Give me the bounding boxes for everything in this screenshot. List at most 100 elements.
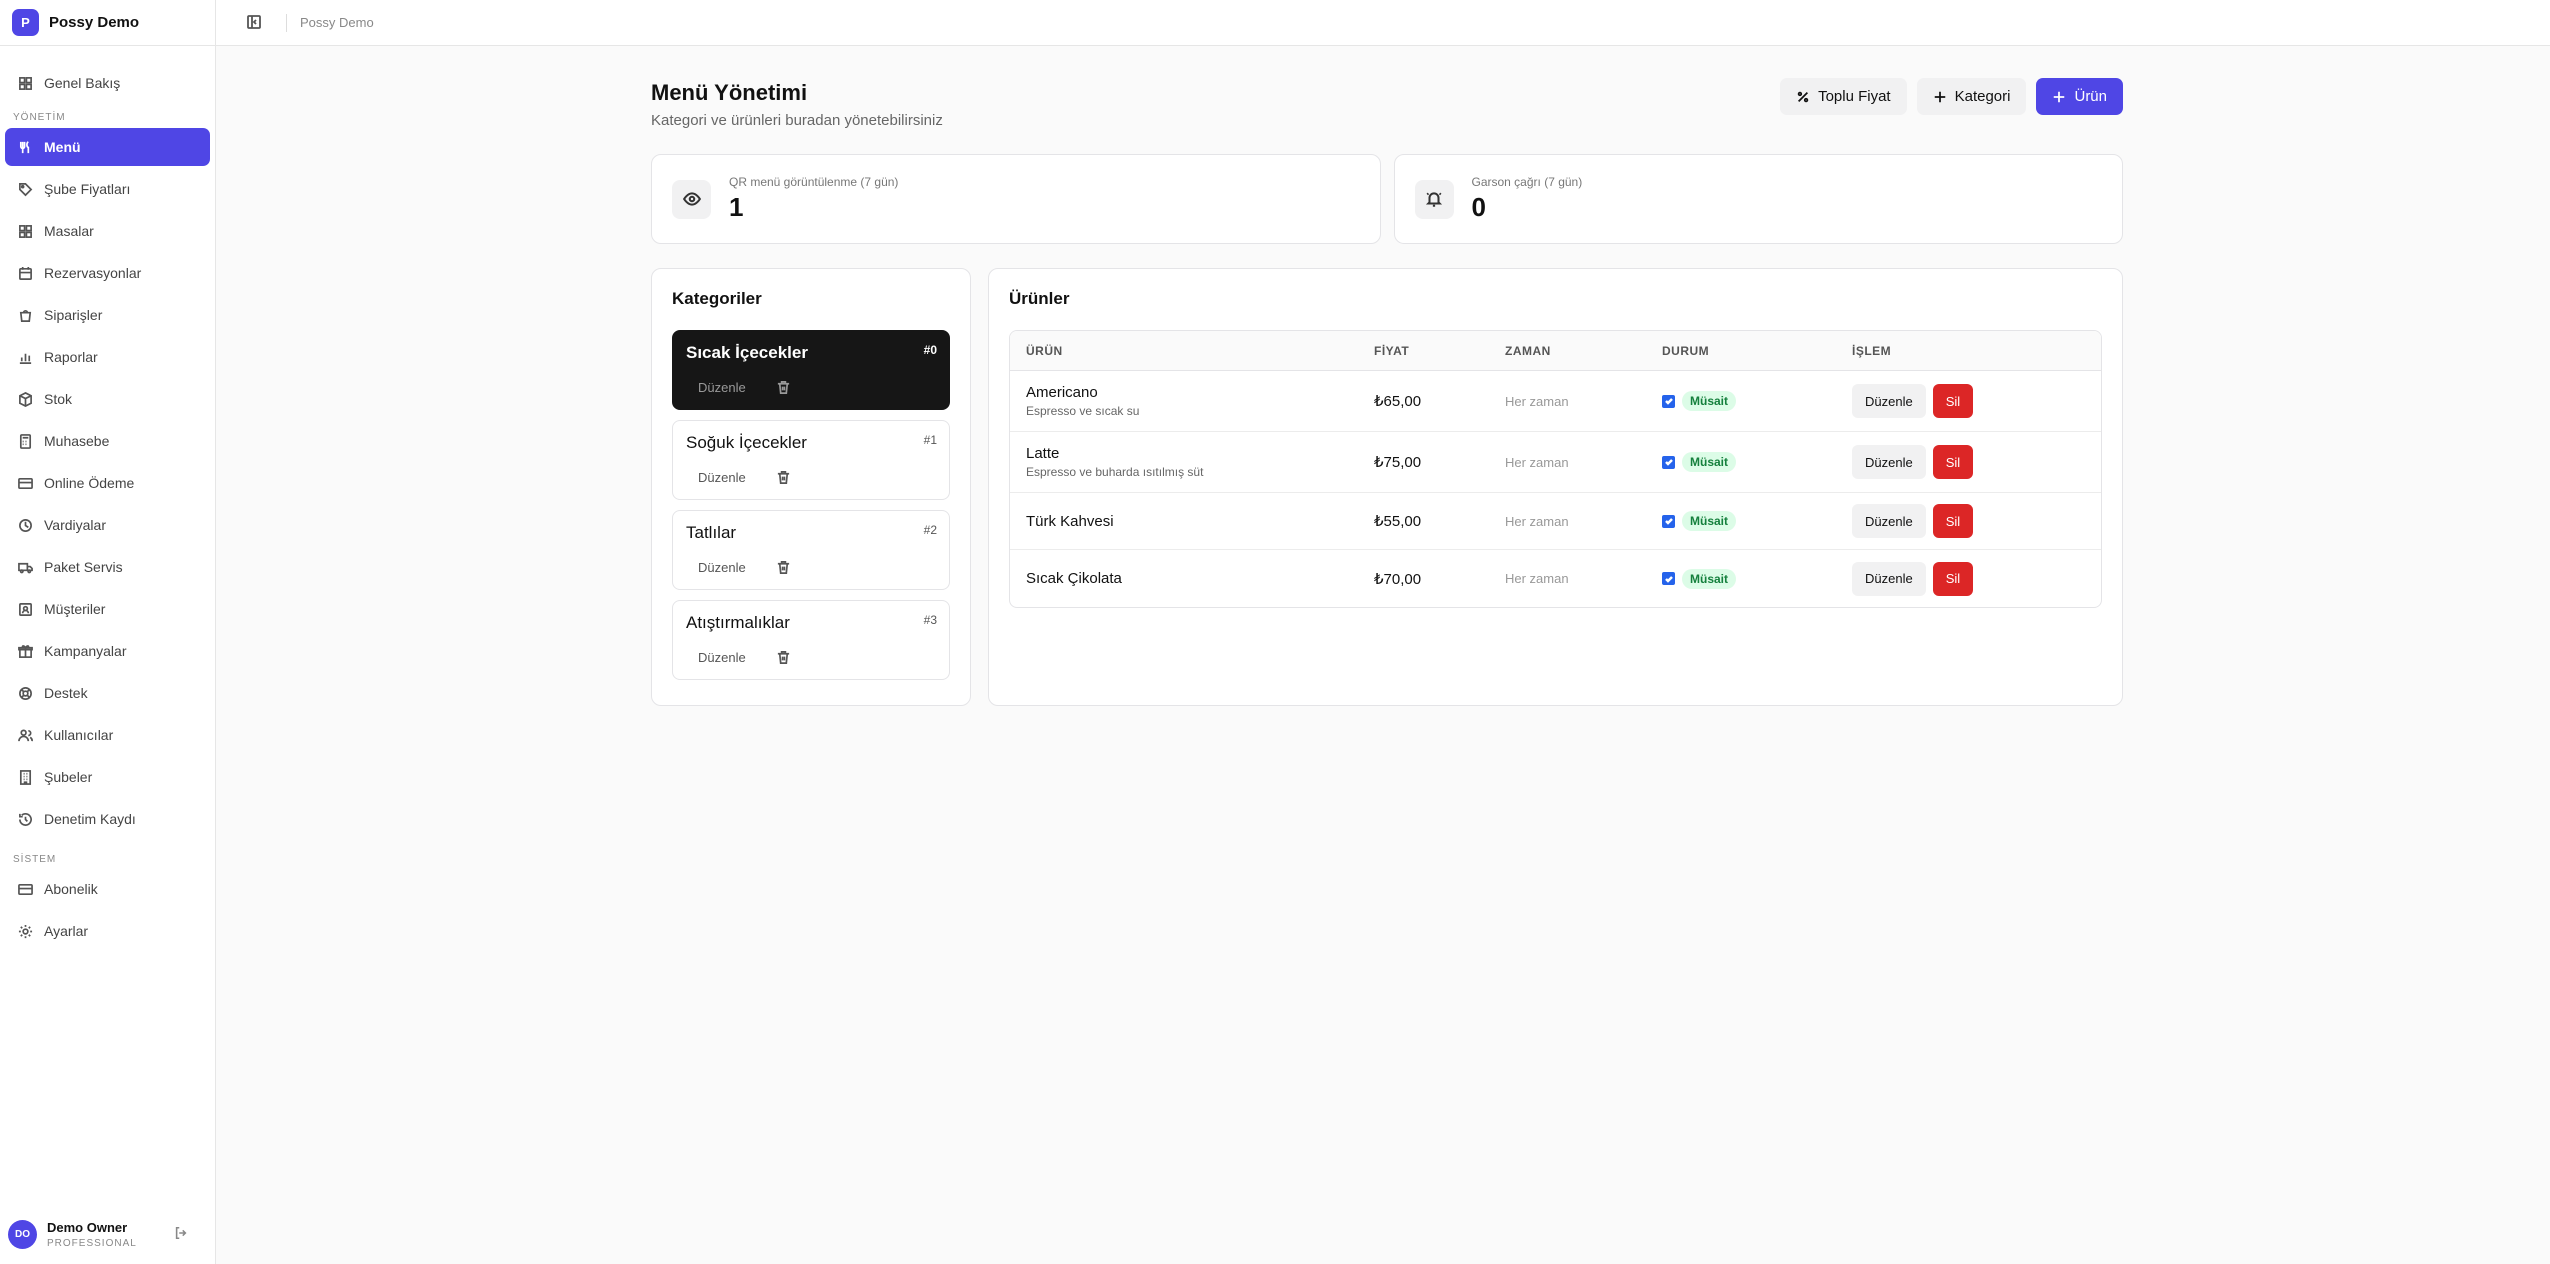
trash-icon[interactable] — [774, 558, 792, 576]
category-name: Tatlılar — [686, 523, 737, 542]
category-edit-button[interactable]: Düzenle — [686, 375, 758, 399]
stat-card-qr-views: QR menü görüntülenme (7 gün) 1 — [651, 154, 1381, 244]
category-card[interactable]: Soğuk İçecekler #1 Düzenle — [672, 420, 950, 500]
add-product-button[interactable]: Ürün — [2036, 78, 2123, 115]
delete-product-button[interactable]: Sil — [1932, 561, 1974, 596]
category-edit-button[interactable]: Düzenle — [686, 465, 758, 489]
category-name: Sıcak İçecekler — [686, 343, 808, 362]
sidebar-item-sube-fiyatlari[interactable]: Şube Fiyatları — [5, 170, 210, 208]
sidebar-item-label: Stok — [44, 391, 73, 407]
sidebar-item-label: Ayarlar — [44, 923, 89, 939]
product-time: Her zaman — [1505, 454, 1569, 470]
product-price: ₺75,00 — [1374, 454, 1422, 471]
plus-icon — [1934, 91, 1945, 102]
category-index: #0 — [923, 343, 937, 357]
table-row: Sıcak Çikolata ₺70,00 Her zaman Müsait D… — [1010, 550, 2101, 607]
sidebar-item-muhasebe[interactable]: Muhasebe — [5, 422, 210, 460]
product-description: Espresso ve buharda ısıtılmış süt — [1026, 465, 1204, 479]
stat-card-waiter-calls: Garson çağrı (7 gün) 0 — [1393, 154, 2123, 244]
category-edit-button[interactable]: Düzenle — [686, 555, 758, 579]
availability-checkbox[interactable] — [1662, 394, 1675, 408]
bulk-price-button[interactable]: Toplu Fiyat — [1780, 78, 1907, 115]
user-profile[interactable]: DO Demo Owner PROFESSIONAL — [0, 1204, 216, 1264]
availability-checkbox[interactable] — [1662, 572, 1675, 585]
edit-product-button[interactable]: Düzenle — [1852, 561, 1926, 596]
sidebar-item-stok[interactable]: Stok — [5, 380, 210, 418]
sidebar-item-label: Şube Fiyatları — [44, 181, 131, 197]
sidebar-item-siparisler[interactable]: Siparişler — [5, 296, 210, 334]
delete-product-button[interactable]: Sil — [1932, 384, 1974, 418]
grid-icon — [17, 75, 33, 91]
sidebar-item-online-odeme[interactable]: Online Ödeme — [5, 464, 210, 502]
sidebar-item-musteriler[interactable]: Müşteriler — [5, 590, 210, 628]
sidebar-item-raporlar[interactable]: Raporlar — [5, 338, 210, 376]
availability-checkbox[interactable] — [1662, 455, 1675, 469]
sidebar-item-label: Online Ödeme — [44, 475, 135, 491]
sidebar-item-rezervasyonlar[interactable]: Rezervasyonlar — [5, 254, 210, 292]
stat-label: Garson çağrı (7 gün) — [1471, 175, 1583, 189]
sidebar-item-menu[interactable]: Menü — [5, 128, 210, 166]
sidebar-item-label: Masalar — [44, 223, 94, 239]
availability-checkbox[interactable] — [1662, 514, 1675, 528]
category-card[interactable]: Atıştırmalıklar #3 Düzenle — [672, 600, 950, 680]
product-name: Americano — [1026, 384, 1098, 401]
edit-product-button[interactable]: Düzenle — [1852, 445, 1926, 479]
column-header-product: ÜRÜN — [1026, 343, 1063, 358]
category-edit-button[interactable]: Düzenle — [686, 645, 758, 669]
sidebar-item-subeler[interactable]: Şubeler — [5, 758, 210, 796]
sidebar-item-kullanicilar[interactable]: Kullanıcılar — [5, 716, 210, 754]
grid-icon — [17, 223, 33, 239]
category-card[interactable]: Sıcak İçecekler #0 Düzenle — [672, 330, 950, 410]
delete-product-button[interactable]: Sil — [1932, 445, 1974, 479]
products-panel: Ürünler ÜRÜN FİYAT ZAMAN DURUM İŞLEM Ame… — [988, 268, 2123, 706]
tag-icon — [17, 181, 33, 197]
edit-product-button[interactable]: Düzenle — [1852, 384, 1926, 418]
user-plan: PROFESSIONAL — [47, 1237, 137, 1249]
categories-panel: Kategoriler Sıcak İçecekler #0 Düzenle S… — [651, 268, 971, 706]
sidebar-item-ayarlar[interactable]: Ayarlar — [5, 912, 210, 950]
sidebar-item-vardiyalar[interactable]: Vardiyalar — [5, 506, 210, 544]
add-category-button[interactable]: Kategori — [1916, 78, 2027, 115]
gift-icon — [17, 643, 33, 659]
breadcrumb[interactable]: Possy Demo — [300, 15, 374, 30]
category-card[interactable]: Tatlılar #2 Düzenle — [672, 510, 950, 590]
sidebar-item-abonelik[interactable]: Abonelik — [5, 870, 210, 908]
sidebar-toggle-icon[interactable] — [246, 14, 264, 32]
sidebar-nav: Genel Bakış YÖNETİM Menü Şube Fiyatları … — [0, 46, 215, 950]
table-row: Americano Espresso ve sıcak su ₺65,00 He… — [1010, 371, 2101, 432]
column-header-time: ZAMAN — [1505, 343, 1551, 358]
status-badge: Müsait — [1682, 511, 1737, 531]
bar-chart-icon — [17, 349, 33, 365]
delete-product-button[interactable]: Sil — [1932, 504, 1974, 538]
calendar-icon — [17, 265, 33, 281]
sidebar-item-denetim-kaydi[interactable]: Denetim Kaydı — [5, 800, 210, 838]
brand-name: Possy Demo — [49, 14, 140, 31]
brand[interactable]: P Possy Demo — [0, 0, 215, 46]
sidebar-item-label: Genel Bakış — [44, 75, 121, 91]
topbar: Possy Demo — [216, 0, 2550, 46]
table-header: ÜRÜN FİYAT ZAMAN DURUM İŞLEM — [1010, 331, 2101, 371]
trash-icon[interactable] — [774, 468, 792, 486]
status-badge: Müsait — [1682, 452, 1737, 472]
product-price: ₺65,00 — [1374, 393, 1422, 410]
stats-row: QR menü görüntülenme (7 gün) 1 Garson ça… — [651, 154, 2123, 244]
trash-icon[interactable] — [774, 648, 792, 666]
topbar-divider — [286, 13, 287, 32]
table-row: Latte Espresso ve buharda ısıtılmış süt … — [1010, 432, 2101, 493]
sidebar-item-label: Siparişler — [44, 307, 103, 323]
sidebar-item-paket-servis[interactable]: Paket Servis — [5, 548, 210, 586]
product-name: Türk Kahvesi — [1026, 512, 1114, 530]
sidebar-item-genel-bakis[interactable]: Genel Bakış — [5, 64, 210, 102]
categories-title: Kategoriler — [672, 289, 762, 308]
truck-icon — [17, 559, 33, 575]
add-product-label: Ürün — [2074, 88, 2107, 105]
sidebar-item-masalar[interactable]: Masalar — [5, 212, 210, 250]
sidebar-item-kampanyalar[interactable]: Kampanyalar — [5, 632, 210, 670]
trash-icon[interactable] — [774, 378, 792, 396]
logout-icon[interactable] — [174, 1226, 190, 1242]
product-name: Latte — [1026, 445, 1060, 462]
sidebar-item-destek[interactable]: Destek — [5, 674, 210, 712]
sidebar-item-label: Kampanyalar — [44, 643, 127, 659]
category-index: #2 — [923, 523, 937, 537]
edit-product-button[interactable]: Düzenle — [1852, 504, 1926, 538]
